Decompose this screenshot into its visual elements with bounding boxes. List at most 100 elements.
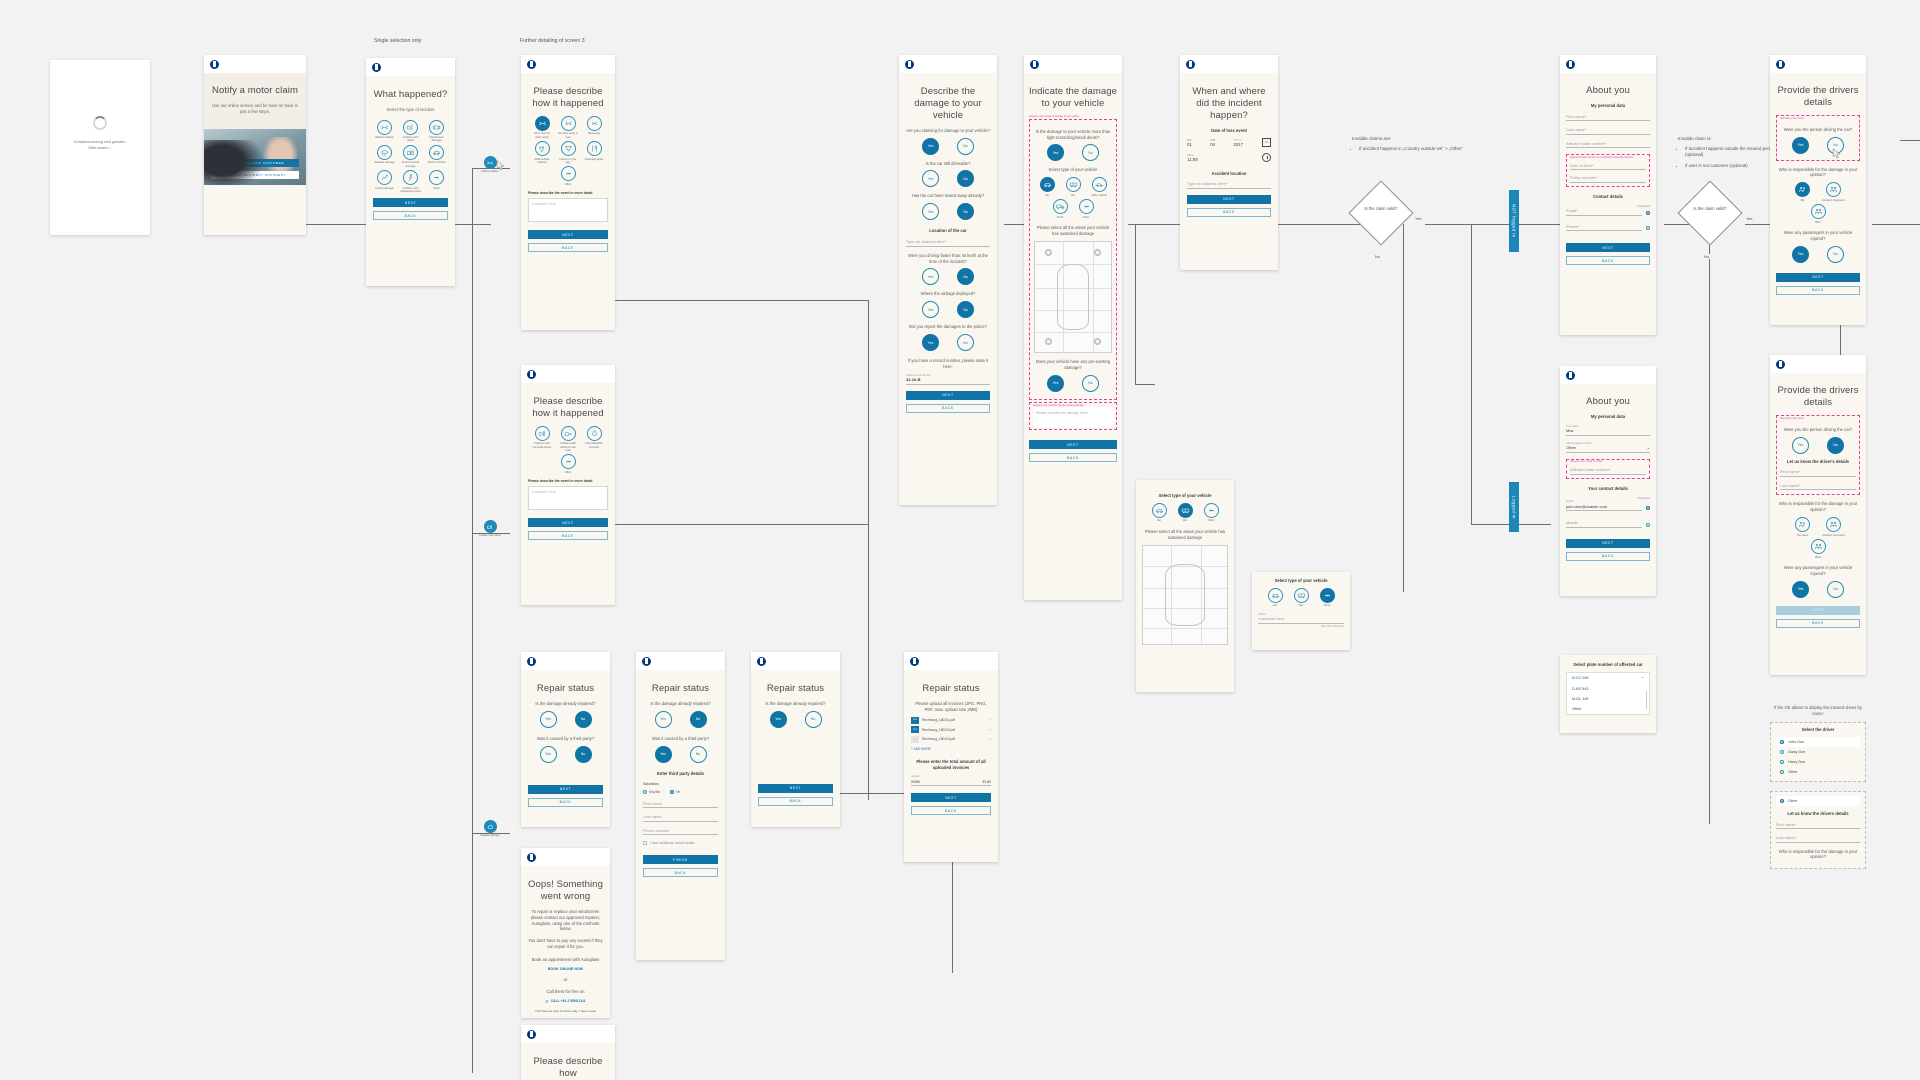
yes-button[interactable]: Yes — [1047, 144, 1064, 162]
scrollbar[interactable] — [1645, 690, 1647, 709]
first-name-field[interactable]: First name* — [1566, 114, 1650, 122]
option-van-icon[interactable]: Van — [1063, 177, 1084, 197]
next-button[interactable]: NEXT — [758, 783, 833, 793]
clock-icon[interactable] — [1262, 152, 1271, 162]
plate-select[interactable]: Other ⌄ — [1566, 445, 1650, 453]
plate-option[interactable]: M-EZ 585 ⌃ — [1567, 673, 1649, 684]
driver-last-name-field[interactable]: Last name* — [1780, 483, 1856, 491]
back-button[interactable]: BACK — [1776, 618, 1860, 628]
no-button[interactable]: No — [957, 301, 974, 319]
start-as-accident-opponent-button[interactable]: START AS ACCIDENT OPPONENT — [211, 171, 299, 180]
option-car-icon[interactable]: Car — [1037, 177, 1058, 197]
option-reversing-icon[interactable]: Reversing — [584, 115, 605, 139]
detail-textarea[interactable]: Comment here — [528, 198, 608, 223]
next-button[interactable]: NEXT — [911, 793, 991, 803]
other-comment-input[interactable]: Comment here — [1258, 616, 1344, 624]
next-button[interactable]: NEXT — [528, 230, 608, 240]
last-name-field[interactable]: Last name* — [1566, 127, 1650, 135]
yes-button[interactable]: Yes — [922, 203, 939, 221]
next-button[interactable]: NEXT — [528, 518, 608, 528]
back-button[interactable]: BACK — [643, 868, 718, 877]
dob-field[interactable]: Date of birth* — [1570, 163, 1646, 171]
chip-weather-damage[interactable]: Weather damage — [477, 820, 503, 837]
detail-textarea[interactable]: Comment here — [528, 486, 608, 511]
driver-option[interactable]: Other — [1776, 767, 1860, 777]
option-other-icon[interactable]: Other — [1317, 587, 1338, 608]
no-button[interactable]: No — [804, 710, 822, 728]
additional-contact-checkbox[interactable]: I have additional contact details — [643, 841, 718, 845]
option-truck-icon[interactable]: Truck — [1050, 199, 1071, 219]
no-button[interactable]: No — [689, 710, 707, 728]
back-button[interactable]: BACK — [911, 806, 991, 816]
option-other-icon[interactable]: Other — [426, 170, 447, 193]
yes-button[interactable]: Yes — [1792, 580, 1809, 598]
option-other-icon[interactable]: Other — [558, 166, 579, 186]
salutation-option[interactable]: Mr — [670, 789, 680, 794]
no-button[interactable]: No — [1827, 436, 1844, 454]
plate-other-field[interactable]: Affected plate number* — [1570, 467, 1646, 475]
next-button[interactable]: NEXT — [528, 784, 603, 794]
next-button[interactable]: NEXT — [373, 198, 448, 208]
back-button[interactable]: BACK — [528, 531, 608, 541]
back-button[interactable]: BACK — [1566, 551, 1650, 561]
no-button[interactable]: No — [957, 268, 974, 286]
next-button[interactable]: NEXT — [1029, 440, 1117, 450]
remove-file-icon[interactable]: × — [989, 728, 991, 732]
option-multi-collision-icon[interactable]: Multi vehicle collision — [532, 141, 553, 164]
calendar-icon[interactable]: 12 — [1262, 137, 1272, 147]
mm-input[interactable]: 04 — [1210, 142, 1228, 147]
back-button[interactable]: BACK — [528, 797, 603, 807]
option-windscreen-icon[interactable]: Windscreen damage — [426, 119, 447, 143]
email-preferred-radio[interactable] — [1646, 506, 1650, 510]
yes-button[interactable]: Yes — [922, 137, 939, 155]
option-opponent-icon[interactable]: Accident Opponent — [1821, 517, 1847, 537]
option-both-icon[interactable]: Both — [1805, 539, 1831, 559]
next-button[interactable]: NEXT — [1776, 272, 1860, 282]
yes-button[interactable]: Yes — [769, 710, 787, 728]
plate-option[interactable]: D-BS 543 — [1567, 684, 1649, 694]
address-input[interactable]: Type an address here* — [1187, 181, 1271, 189]
option-person-icon[interactable]: Me — [1790, 182, 1816, 202]
salutation-option[interactable]: Mrs/Ms — [643, 789, 660, 794]
no-button[interactable]: No — [957, 334, 974, 352]
third-first-name-field[interactable]: First name — [643, 801, 718, 808]
option-hit-rear-icon[interactable]: Hit other party in rear — [558, 115, 579, 139]
driver-option[interactable]: Daisy Doe — [1776, 747, 1860, 757]
email-preferred-radio[interactable] — [1646, 210, 1650, 215]
option-van-icon[interactable]: Van — [1291, 587, 1312, 608]
email-value[interactable]: john.doe@doamin.com — [1566, 504, 1642, 511]
option-person-icon[interactable]: The driver — [1790, 517, 1816, 537]
option-weather-icon[interactable]: Weather damage — [374, 144, 395, 168]
amount-input[interactable]: 2080 EUR — [911, 779, 991, 787]
plate-dropdown[interactable]: M-EZ 585 ⌃ D-BS 543 M-DL 145 Other — [1566, 671, 1650, 715]
yyyy-input[interactable]: 2017 — [1233, 142, 1257, 147]
no-button[interactable]: No — [1827, 245, 1844, 263]
option-opponent-icon[interactable]: Accident Opponent — [1821, 182, 1847, 202]
option-lanes-icon[interactable]: Changing lanes — [584, 141, 605, 164]
no-button[interactable]: No — [957, 137, 974, 155]
option-van-icon[interactable]: Van — [1175, 502, 1196, 523]
no-button[interactable]: No — [957, 170, 974, 188]
chip-collision-object[interactable]: Collision with object — [477, 520, 503, 537]
yes-button[interactable]: Yes — [922, 170, 939, 188]
option-animal-icon[interactable]: Animal damage — [374, 170, 395, 193]
mobile-field[interactable]: Mobile — [1566, 520, 1642, 528]
option-immobile-object-icon[interactable]: Collision with immobile object — [532, 425, 553, 453]
option-other-icon[interactable]: Other — [1076, 199, 1097, 219]
option-theft-icon[interactable]: Theft of vehicle — [426, 144, 447, 168]
yes-button[interactable]: Yes — [654, 745, 672, 763]
next-button[interactable]: NEXT — [1566, 243, 1650, 252]
yes-button[interactable]: Yes — [654, 710, 672, 728]
option-object-icon[interactable]: Collision with object — [400, 119, 421, 143]
back-button[interactable]: BACK — [758, 796, 833, 806]
back-button[interactable]: BACK — [1029, 453, 1117, 463]
no-button[interactable]: No — [689, 745, 707, 763]
phone-number-link[interactable]: CALL +61 2 5598 1111 — [551, 999, 586, 1003]
yes-button[interactable]: Yes — [1792, 436, 1809, 454]
option-collision-icon[interactable]: Vehicle collision — [374, 119, 395, 143]
other-first-name-field[interactable]: First name* — [1776, 822, 1860, 829]
third-last-name-field[interactable]: Last name — [643, 814, 718, 822]
yes-button[interactable]: Yes — [922, 268, 939, 286]
remove-file-icon[interactable]: × — [989, 718, 991, 722]
plate-number-field[interactable]: Affected plate number* — [1566, 141, 1650, 149]
